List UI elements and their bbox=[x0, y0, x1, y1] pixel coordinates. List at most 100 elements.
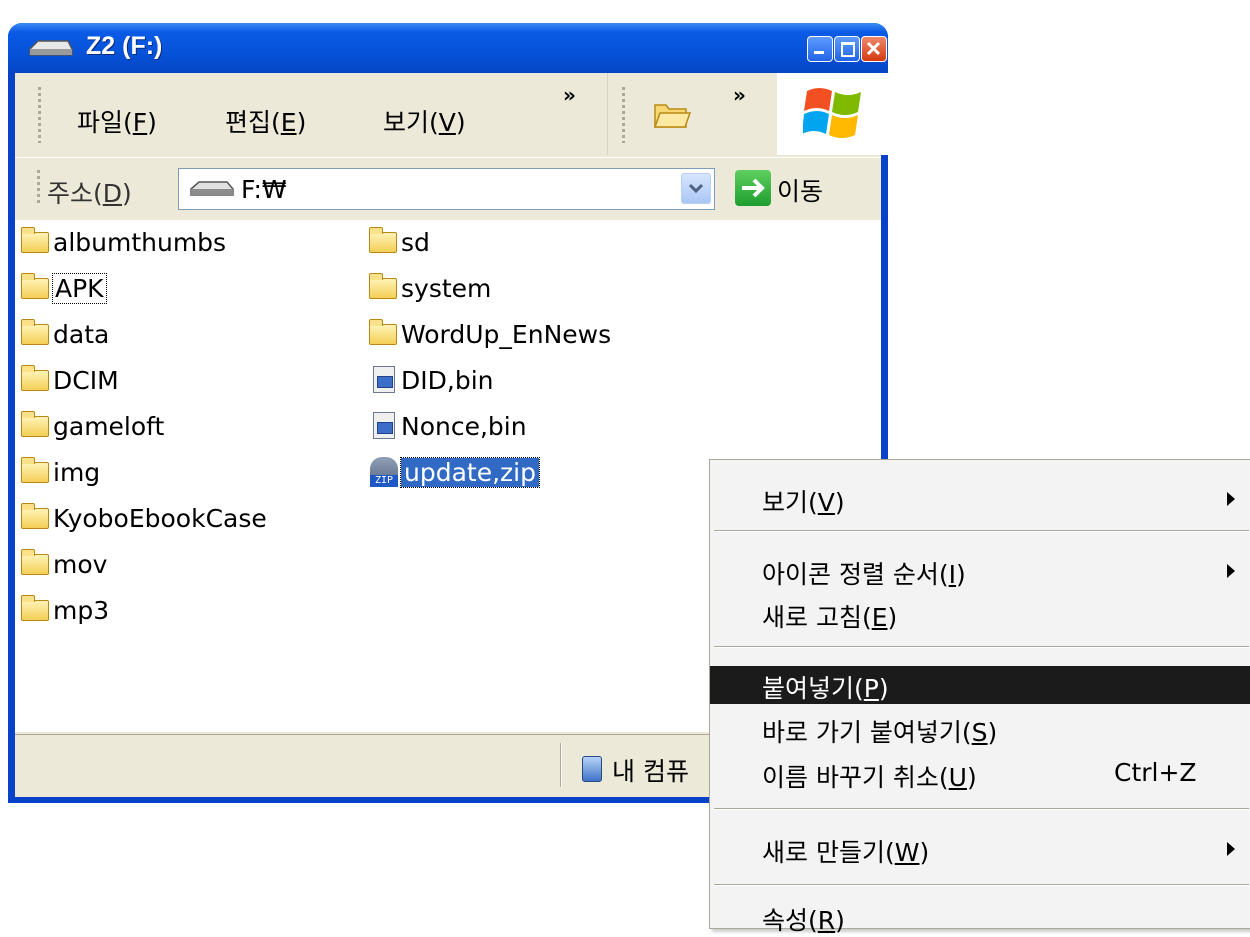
file-name: update,zip bbox=[400, 456, 540, 488]
folder-icon bbox=[19, 273, 51, 303]
menu-item-arrange-icons[interactable]: 아이콘 정렬 순서(I) bbox=[710, 552, 1250, 590]
close-button[interactable] bbox=[861, 36, 887, 62]
menu-item-label: 보기(V) bbox=[762, 488, 845, 517]
file-name: mov bbox=[53, 549, 108, 579]
file-name: DCIM bbox=[53, 365, 119, 395]
list-item[interactable]: mov bbox=[19, 544, 107, 584]
minimize-button[interactable] bbox=[807, 36, 833, 62]
folder-icon bbox=[367, 227, 399, 257]
list-item[interactable]: sd bbox=[367, 222, 430, 262]
menu-view-label: 보기(V) bbox=[383, 108, 466, 137]
list-item[interactable]: DID,bin bbox=[367, 360, 493, 400]
drive-icon bbox=[190, 181, 234, 196]
menu-view[interactable]: 보기(V) bbox=[383, 103, 466, 139]
menu-separator bbox=[714, 646, 1249, 648]
status-zone-text: 내 컴퓨 bbox=[612, 757, 689, 786]
maximize-icon bbox=[841, 42, 855, 57]
file-name: DID,bin bbox=[401, 365, 494, 395]
folder-icon bbox=[19, 411, 51, 441]
menu-item-paste-shortcut[interactable]: 바로 가기 붙여넣기(S) bbox=[710, 710, 1250, 748]
file-name: gameloft bbox=[53, 411, 165, 441]
menu-item-paste[interactable]: 붙여넣기(P) bbox=[710, 666, 1250, 704]
list-item[interactable]: img bbox=[19, 452, 100, 492]
list-item[interactable]: APK bbox=[19, 268, 107, 308]
menu-item-properties[interactable]: 속성(R) bbox=[710, 898, 1250, 936]
file-name: img bbox=[53, 457, 101, 487]
windows-flag-icon bbox=[803, 88, 861, 138]
submenu-arrow-icon bbox=[1227, 564, 1235, 578]
folder-icon bbox=[19, 595, 51, 625]
title-bar[interactable]: Z2 (F:) bbox=[8, 23, 888, 73]
toolbar-grip[interactable] bbox=[38, 87, 41, 143]
status-divider bbox=[560, 743, 561, 787]
address-label: 주소(D) bbox=[47, 179, 132, 208]
arrow-right-icon bbox=[742, 178, 765, 198]
list-item[interactable]: WordUp_EnNews bbox=[367, 314, 611, 354]
submenu-arrow-icon bbox=[1227, 842, 1235, 856]
toolbar-grip-2[interactable] bbox=[622, 87, 625, 143]
menu-separator bbox=[714, 530, 1249, 532]
list-item[interactable]: KyoboEbookCase bbox=[19, 498, 267, 538]
address-bar: 주소(D) F:₩ 이동 bbox=[15, 157, 881, 220]
list-item[interactable]: system bbox=[367, 268, 491, 308]
menu-bar: 파일(F) 편집(E) 보기(V) » bbox=[15, 73, 605, 155]
address-value: F:₩ bbox=[241, 175, 287, 204]
menu-file[interactable]: 파일(F) bbox=[77, 103, 157, 139]
folder-icon bbox=[19, 503, 51, 533]
bin-file-icon bbox=[367, 365, 399, 395]
zip-file-icon: ZIP bbox=[367, 457, 399, 487]
file-name: sd bbox=[401, 227, 430, 257]
menu-item-label: 새로 고침(E) bbox=[762, 603, 898, 632]
menu-separator bbox=[714, 808, 1249, 810]
menu-item-refresh[interactable]: 새로 고침(E) bbox=[710, 595, 1250, 633]
menu-edit[interactable]: 편집(E) bbox=[225, 103, 306, 139]
minimize-icon bbox=[814, 51, 824, 54]
go-label[interactable]: 이동 bbox=[777, 172, 823, 208]
folder-icon bbox=[19, 549, 51, 579]
toolbar: » bbox=[607, 73, 776, 155]
drive-icon bbox=[29, 40, 73, 56]
windows-logo bbox=[777, 73, 889, 155]
menu-item-label: 이름 바꾸기 취소(U) bbox=[762, 763, 977, 792]
menu-file-label: 파일(F) bbox=[77, 108, 157, 137]
folder-icon bbox=[19, 365, 51, 395]
folder-icon bbox=[367, 273, 399, 303]
folder-icon bbox=[19, 457, 51, 487]
list-item-selected[interactable]: ZIP update,zip bbox=[367, 452, 540, 492]
menu-edit-label: 편집(E) bbox=[225, 108, 307, 137]
folder-icon bbox=[19, 319, 51, 349]
menu-item-view[interactable]: 보기(V) bbox=[710, 480, 1250, 518]
menu-item-undo-rename[interactable]: 이름 바꾸기 취소(U) Ctrl+Z bbox=[710, 755, 1250, 793]
toolbar-chevron[interactable]: » bbox=[733, 83, 746, 107]
list-item[interactable]: data bbox=[19, 314, 109, 354]
file-name: KyoboEbookCase bbox=[53, 503, 267, 533]
list-item[interactable]: mp3 bbox=[19, 590, 109, 630]
context-menu: 보기(V) 아이콘 정렬 순서(I) 새로 고침(E) 붙여넣기(P) 바로 가… bbox=[709, 459, 1250, 935]
window-title: Z2 (F:) bbox=[86, 32, 163, 60]
address-input[interactable]: F:₩ bbox=[178, 168, 715, 210]
menu-item-label: 새로 만들기(W) bbox=[762, 838, 930, 867]
address-dropdown-button[interactable] bbox=[681, 173, 711, 204]
file-name: WordUp_EnNews bbox=[401, 319, 612, 349]
submenu-arrow-icon bbox=[1227, 492, 1235, 506]
menu-chevron[interactable]: » bbox=[563, 83, 576, 107]
folder-icon bbox=[367, 319, 399, 349]
menu-item-shortcut: Ctrl+Z bbox=[1114, 758, 1197, 787]
menu-item-label: 속성(R) bbox=[762, 906, 845, 935]
go-button[interactable] bbox=[735, 170, 771, 206]
address-grip[interactable] bbox=[37, 170, 40, 206]
file-name: mp3 bbox=[53, 595, 110, 625]
bin-file-icon bbox=[367, 411, 399, 441]
menu-separator bbox=[714, 884, 1249, 886]
list-item[interactable]: DCIM bbox=[19, 360, 119, 400]
list-item[interactable]: albumthumbs bbox=[19, 222, 226, 262]
list-item[interactable]: Nonce,bin bbox=[367, 406, 527, 446]
file-name: system bbox=[401, 273, 492, 303]
file-name: APK bbox=[52, 272, 107, 304]
list-item[interactable]: gameloft bbox=[19, 406, 164, 446]
maximize-button[interactable] bbox=[834, 36, 860, 62]
my-computer-icon bbox=[582, 756, 602, 782]
menu-item-new[interactable]: 새로 만들기(W) bbox=[710, 830, 1250, 868]
folders-icon[interactable] bbox=[652, 99, 692, 131]
menu-item-label: 바로 가기 붙여넣기(S) bbox=[762, 718, 998, 747]
